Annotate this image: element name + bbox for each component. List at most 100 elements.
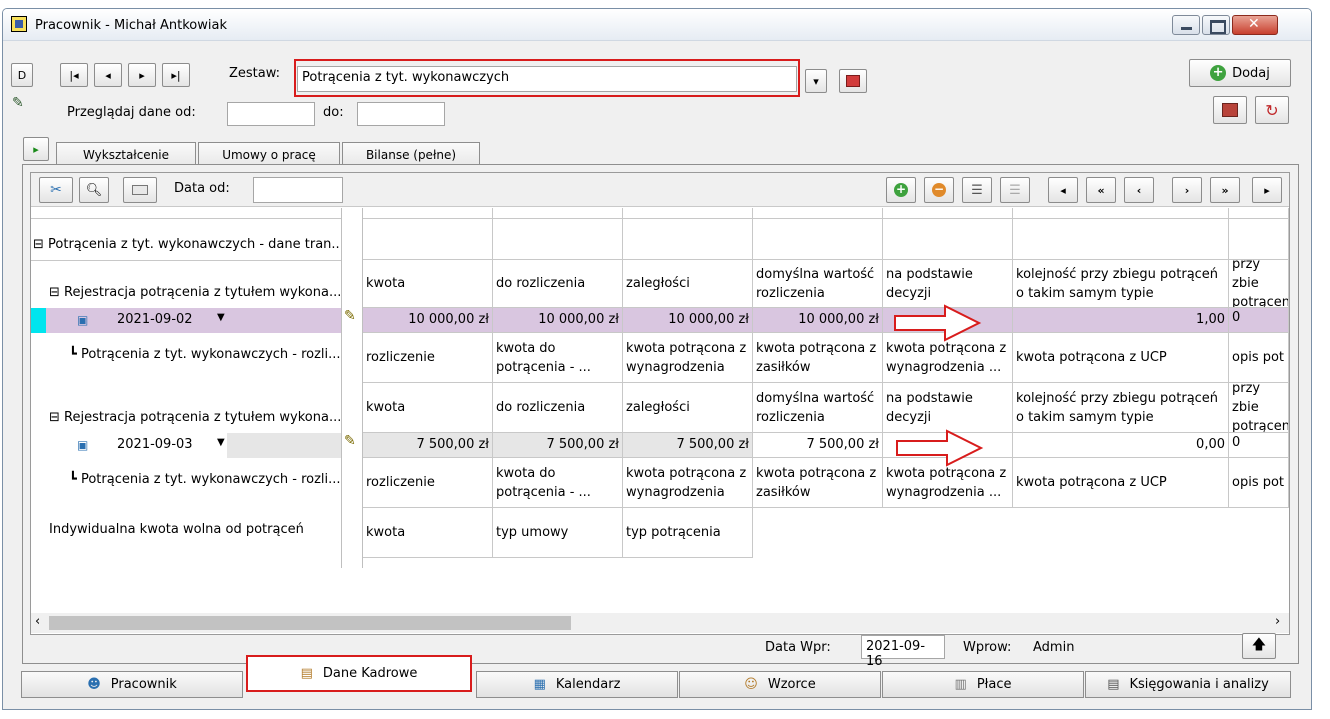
data-od-input[interactable] bbox=[253, 177, 343, 203]
grid-cell bbox=[1229, 219, 1289, 260]
tab-kalendarz[interactable]: ▦ Kalendarz bbox=[476, 671, 678, 698]
add-row-button[interactable]: + bbox=[886, 177, 916, 203]
zestaw-settings-button[interactable] bbox=[839, 69, 867, 93]
horizontal-scrollbar[interactable]: ‹ › bbox=[31, 613, 1289, 633]
scrollbar-thumb[interactable] bbox=[49, 616, 571, 630]
tree-reg-2[interactable]: ⊟ Rejestracja potrącenia z tytułem wykon… bbox=[49, 410, 341, 425]
last-record-button[interactable]: ▸| bbox=[162, 63, 190, 87]
value-cell[interactable]: 1,00 bbox=[1013, 308, 1229, 333]
close-button[interactable] bbox=[1232, 15, 1278, 35]
add-button[interactable]: + Dodaj bbox=[1189, 59, 1291, 87]
value-cell[interactable]: 10 000,00 zł bbox=[753, 308, 883, 333]
tree-reg-1[interactable]: ⊟ Rejestracja potrącenia z tytułem wykon… bbox=[49, 285, 341, 300]
tab-place[interactable]: ▥ Płace bbox=[882, 671, 1084, 698]
tree-roz-1[interactable]: ┗ Potrącenia z tyt. wykonawczych - rozli… bbox=[69, 347, 341, 362]
icon-column: ✎ ✎ bbox=[341, 208, 363, 568]
tree-roz-2[interactable]: ┗ Potrącenia z tyt. wykonawczych - rozli… bbox=[69, 472, 341, 487]
date-2-dropdown-icon[interactable]: ▼ bbox=[217, 437, 225, 448]
export-icon bbox=[1222, 103, 1238, 117]
grid-toolbar: ✂ 🔍︎ Data od: + − ☰ ☰ ◂ « ‹ › » ▸ bbox=[31, 173, 1289, 207]
double-chevron-left-icon: « bbox=[1097, 183, 1105, 197]
value-cell[interactable]: 10 000,00 zł bbox=[623, 308, 753, 333]
chevron-right-icon: › bbox=[1184, 183, 1190, 197]
value-cell[interactable]: 10 000,00 zł bbox=[493, 308, 623, 333]
tab-scroll-button[interactable]: ▸ bbox=[23, 137, 49, 161]
keyboard-button[interactable] bbox=[123, 177, 157, 203]
column-header[interactable] bbox=[493, 208, 623, 219]
tab-wyksztalcenie[interactable]: Wykształcenie bbox=[56, 142, 196, 166]
edit-row-button[interactable]: ☰ bbox=[962, 177, 992, 203]
grid-fast-forward-button[interactable]: » bbox=[1210, 177, 1240, 203]
field-label: kwota bbox=[363, 383, 493, 433]
grid-fast-back-button[interactable]: « bbox=[1086, 177, 1116, 203]
grid-first-button[interactable]: ◂ bbox=[1048, 177, 1078, 203]
tab-wzorce[interactable]: ☺ Wzorce bbox=[679, 671, 881, 698]
field-label: domyślna wartość rozliczenia bbox=[753, 383, 883, 433]
scroll-top-button[interactable]: 🡅 bbox=[1242, 633, 1276, 659]
date-from-input[interactable] bbox=[227, 102, 315, 126]
value-cell[interactable]: 7 500,00 zł bbox=[493, 433, 623, 458]
tab-ksiegowania[interactable]: ▤ Księgowania i analizy bbox=[1085, 671, 1291, 698]
grid-cell bbox=[883, 219, 1013, 260]
value-cell[interactable]: 0,00 bbox=[1013, 433, 1229, 458]
minimize-button[interactable] bbox=[1172, 15, 1200, 35]
column-header[interactable] bbox=[1013, 208, 1229, 219]
value-cell[interactable]: 7 500,00 zł bbox=[363, 433, 493, 458]
field-label: zaległości bbox=[623, 260, 753, 308]
grid-cell bbox=[623, 219, 753, 260]
app-icon bbox=[11, 16, 27, 32]
tab-bilanse[interactable]: Bilanse (pełne) bbox=[342, 142, 480, 166]
tools-button[interactable]: ✂ bbox=[39, 177, 73, 203]
edit-pencil-icon[interactable]: ✎ bbox=[344, 308, 356, 324]
grid-back-button[interactable]: ‹ bbox=[1124, 177, 1154, 203]
column-header[interactable] bbox=[883, 208, 1013, 219]
tree-root-label: Potrącenia z tyt. wykonawczych - dane tr… bbox=[48, 237, 344, 252]
value-cell[interactable]: 0 bbox=[1229, 308, 1289, 333]
scroll-right-icon[interactable]: › bbox=[1275, 614, 1280, 629]
edit-pencil-icon[interactable]: ✎ bbox=[344, 433, 356, 449]
tree-reg-1-label: Rejestracja potrącenia z tytułem wykona.… bbox=[64, 285, 342, 300]
scroll-left-icon[interactable]: ‹ bbox=[35, 614, 40, 629]
field-label: na podstawie decyzji bbox=[883, 260, 1013, 308]
value-cell[interactable]: 10 000,00 zł bbox=[363, 308, 493, 333]
date-2-select[interactable]: 2021-09-03 bbox=[117, 437, 193, 452]
toggle-d-button[interactable]: D bbox=[11, 63, 33, 87]
column-header[interactable] bbox=[753, 208, 883, 219]
grid-last-button[interactable]: ▸ bbox=[1252, 177, 1282, 203]
date-1-select[interactable]: 2021-09-02 bbox=[117, 312, 193, 327]
column-header[interactable] bbox=[1229, 208, 1289, 219]
delete-row-button[interactable]: ☰ bbox=[1000, 177, 1030, 203]
maximize-button[interactable] bbox=[1202, 15, 1230, 35]
field-label: zaległości bbox=[623, 383, 753, 433]
tree-indyw[interactable]: Indywidualna kwota wolna od potrąceń bbox=[49, 522, 304, 537]
date-to-input[interactable] bbox=[357, 102, 445, 126]
column-header[interactable] bbox=[363, 208, 493, 219]
field-label: kwota potrącona z wynagrodzenia bbox=[623, 333, 753, 383]
remove-row-button[interactable]: − bbox=[924, 177, 954, 203]
grid-forward-button[interactable]: › bbox=[1172, 177, 1202, 203]
zestaw-dropdown-button[interactable]: ▾ bbox=[805, 69, 827, 93]
person-icon: ☻ bbox=[87, 677, 101, 692]
next-record-button[interactable]: ▸ bbox=[128, 63, 156, 87]
export-button[interactable] bbox=[1213, 96, 1247, 124]
value-cell[interactable]: 0 bbox=[1229, 433, 1289, 458]
data-wpr-input[interactable]: 2021-09-16 bbox=[861, 635, 945, 669]
tree-root[interactable]: ⊟ Potrącenia z tyt. wykonawczych - dane … bbox=[33, 237, 344, 252]
minus-circle-icon: − bbox=[932, 182, 946, 197]
field-label: opis pot bbox=[1229, 458, 1289, 508]
field-label: kolejność przy zbiegu potrąceń o takim s… bbox=[1013, 383, 1229, 433]
tab-umowy[interactable]: Umowy o pracę bbox=[198, 142, 340, 166]
date-1-dropdown-icon[interactable]: ▼ bbox=[217, 312, 225, 323]
list-edit-icon: ☰ bbox=[971, 182, 983, 198]
grid-cell bbox=[493, 219, 623, 260]
value-cell[interactable]: 7 500,00 zł bbox=[623, 433, 753, 458]
tab-dane-kadrowe[interactable]: ▤ Dane Kadrowe bbox=[246, 655, 472, 692]
prev-record-button[interactable]: ◂ bbox=[94, 63, 122, 87]
value-cell[interactable]: 7 500,00 zł bbox=[753, 433, 883, 458]
refresh-button[interactable]: ↻ bbox=[1255, 96, 1289, 124]
tab-pracownik[interactable]: ☻ Pracownik bbox=[21, 671, 243, 698]
search-button[interactable]: 🔍︎ bbox=[79, 177, 109, 203]
column-header[interactable] bbox=[623, 208, 753, 219]
first-record-button[interactable]: |◂ bbox=[60, 63, 88, 87]
zestaw-select[interactable]: Potrącenia z tyt. wykonawczych bbox=[297, 66, 797, 92]
